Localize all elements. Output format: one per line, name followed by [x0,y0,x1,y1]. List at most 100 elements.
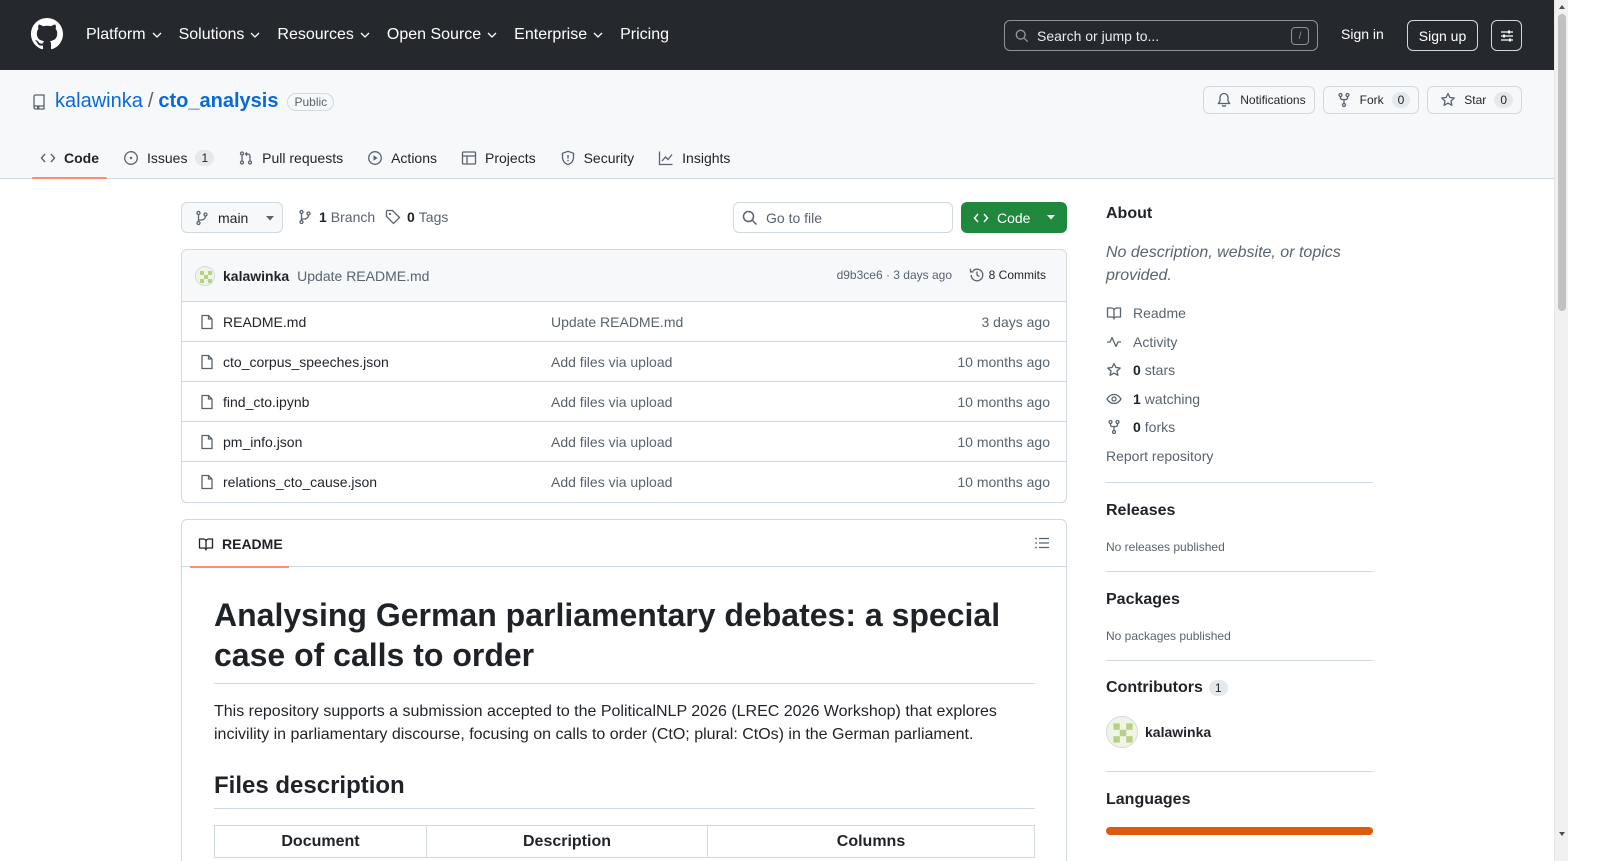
repo-icon [33,93,45,110]
tab-pull-requests[interactable]: Pull requests [230,140,351,176]
stars-link[interactable]: 0 stars [1106,362,1175,378]
chevron-down-icon [152,32,162,38]
global-search-input[interactable]: Search or jump to... / [1004,20,1318,51]
branches-link[interactable]: 1 Branch [297,209,375,225]
tab-actions[interactable]: Actions [359,140,445,176]
file-commit-message[interactable]: Add files via upload [551,434,672,450]
activity-link[interactable]: Activity [1106,334,1177,350]
packages-heading[interactable]: Packages [1106,591,1180,609]
pull-request-icon [240,151,253,165]
bell-icon [1217,92,1231,107]
outline-list-icon[interactable] [1034,535,1050,551]
table-header-description: Description [426,825,708,858]
file-name[interactable]: find_cto.ipynb [223,394,309,410]
table-header-row: Document Description Columns [214,825,1035,858]
table-icon [461,151,477,165]
code-dropdown-button[interactable]: Code [961,202,1067,233]
divider [1106,660,1373,661]
about-heading: About [1106,205,1153,222]
branch-selector-button[interactable]: main [181,202,283,233]
contributors-count: 1 [1208,680,1228,696]
file-date: 10 months ago [957,434,1050,450]
file-name[interactable]: pm_info.json [223,434,302,450]
search-shortcut-key: / [1291,27,1309,45]
file-row[interactable]: cto_corpus_speeches.json Add files via u… [182,342,1066,382]
tags-link[interactable]: 0 Tags [385,209,448,225]
readme-link[interactable]: Readme [1106,305,1186,321]
tab-issues[interactable]: Issues 1 [115,140,222,176]
global-header: Platform Solutions Resources Open Source… [0,0,1554,70]
branch-icon [196,210,208,225]
readme-tab[interactable]: README [190,520,289,568]
nav-solutions[interactable]: Solutions [179,26,261,44]
sign-in-link[interactable]: Sign in [1341,26,1384,42]
star-icon [1441,92,1456,106]
menu-toggle-button[interactable] [1491,20,1522,51]
readme-intro: This repository supports a submission ac… [214,703,997,743]
commit-author[interactable]: kalawinka [223,268,289,284]
nav-open-source[interactable]: Open Source [387,26,497,44]
scroll-down-arrow-icon[interactable] [1558,830,1566,838]
scrollbar-thumb[interactable] [1558,14,1566,311]
releases-empty-text: No releases published [1106,540,1225,554]
forks-link[interactable]: 0 forks [1106,419,1175,435]
file-name[interactable]: relations_cto_cause.json [223,474,377,490]
tab-insights[interactable]: Insights [650,140,738,176]
repo-owner-link[interactable]: kalawinka [55,90,143,113]
tab-security[interactable]: Security [552,140,643,176]
github-logo-icon[interactable] [31,18,63,50]
fork-button[interactable]: Fork 0 [1322,86,1420,114]
star-button[interactable]: Star 0 [1427,86,1522,114]
file-commit-message[interactable]: Add files via upload [551,354,672,370]
search-placeholder: Search or jump to... [1037,27,1160,44]
repo-tabs: Code Issues 1 Pull requests Actions Proj… [32,140,746,179]
code-icon [973,213,989,222]
releases-heading[interactable]: Releases [1106,502,1175,520]
repo-name-link[interactable]: cto_analysis [158,90,278,113]
file-commit-message[interactable]: Update README.md [551,314,683,330]
avatar[interactable] [195,265,215,286]
nav-enterprise[interactable]: Enterprise [514,26,603,44]
chevron-down-icon [360,32,370,38]
star-count: 0 [1494,92,1513,108]
page-scrollbar[interactable] [1554,0,1568,861]
file-date: 10 months ago [957,474,1050,490]
sign-up-button[interactable]: Sign up [1407,20,1478,51]
go-to-file-input[interactable]: Go to file [733,202,953,233]
commit-sha-time[interactable]: d9b3ce6 · 3 days ago [837,268,952,282]
files-description-table: Document Description Columns [214,825,1035,858]
file-date: 3 days ago [981,314,1051,330]
issues-count: 1 [195,150,215,166]
readme-title: Analysing German parliamentary debates: … [214,595,1035,684]
notifications-button[interactable]: Notifications [1203,86,1315,114]
report-repository-link[interactable]: Report repository [1106,448,1213,464]
file-commit-message[interactable]: Add files via upload [551,394,672,410]
nav-platform[interactable]: Platform [86,26,162,44]
commits-history-link[interactable]: 8 Commits [969,267,1046,283]
history-icon [969,268,984,282]
file-row[interactable]: README.md Update README.md 3 days ago [182,302,1066,342]
file-name[interactable]: README.md [223,314,306,330]
table-header-columns: Columns [707,825,1035,858]
commit-message[interactable]: Update README.md [297,268,429,284]
file-date: 10 months ago [957,354,1050,370]
file-browser: kalawinka Update README.md d9b3ce6 · 3 d… [181,249,1067,503]
file-row[interactable]: pm_info.json Add files via upload 10 mon… [182,422,1066,462]
contributor-item[interactable]: kalawinka [1106,716,1211,748]
nav-resources[interactable]: Resources [277,26,370,44]
contributors-heading[interactable]: Contributors 1 [1106,679,1228,697]
file-row[interactable]: relations_cto_cause.json Add files via u… [182,462,1066,502]
watching-link[interactable]: 1 watching [1106,391,1200,407]
file-name[interactable]: cto_corpus_speeches.json [223,354,389,370]
file-commit-message[interactable]: Add files via upload [551,474,672,490]
divider [1106,771,1373,772]
graph-icon [659,151,673,166]
tag-count: 0 [407,209,415,225]
nav-pricing[interactable]: Pricing [620,26,669,44]
branch-count: 1 [319,209,327,225]
tab-code[interactable]: Code [32,140,107,179]
tab-projects[interactable]: Projects [453,140,544,176]
languages-heading: Languages [1106,791,1191,808]
scroll-up-arrow-icon[interactable] [1558,3,1566,11]
file-row[interactable]: find_cto.ipynb Add files via upload 10 m… [182,382,1066,422]
